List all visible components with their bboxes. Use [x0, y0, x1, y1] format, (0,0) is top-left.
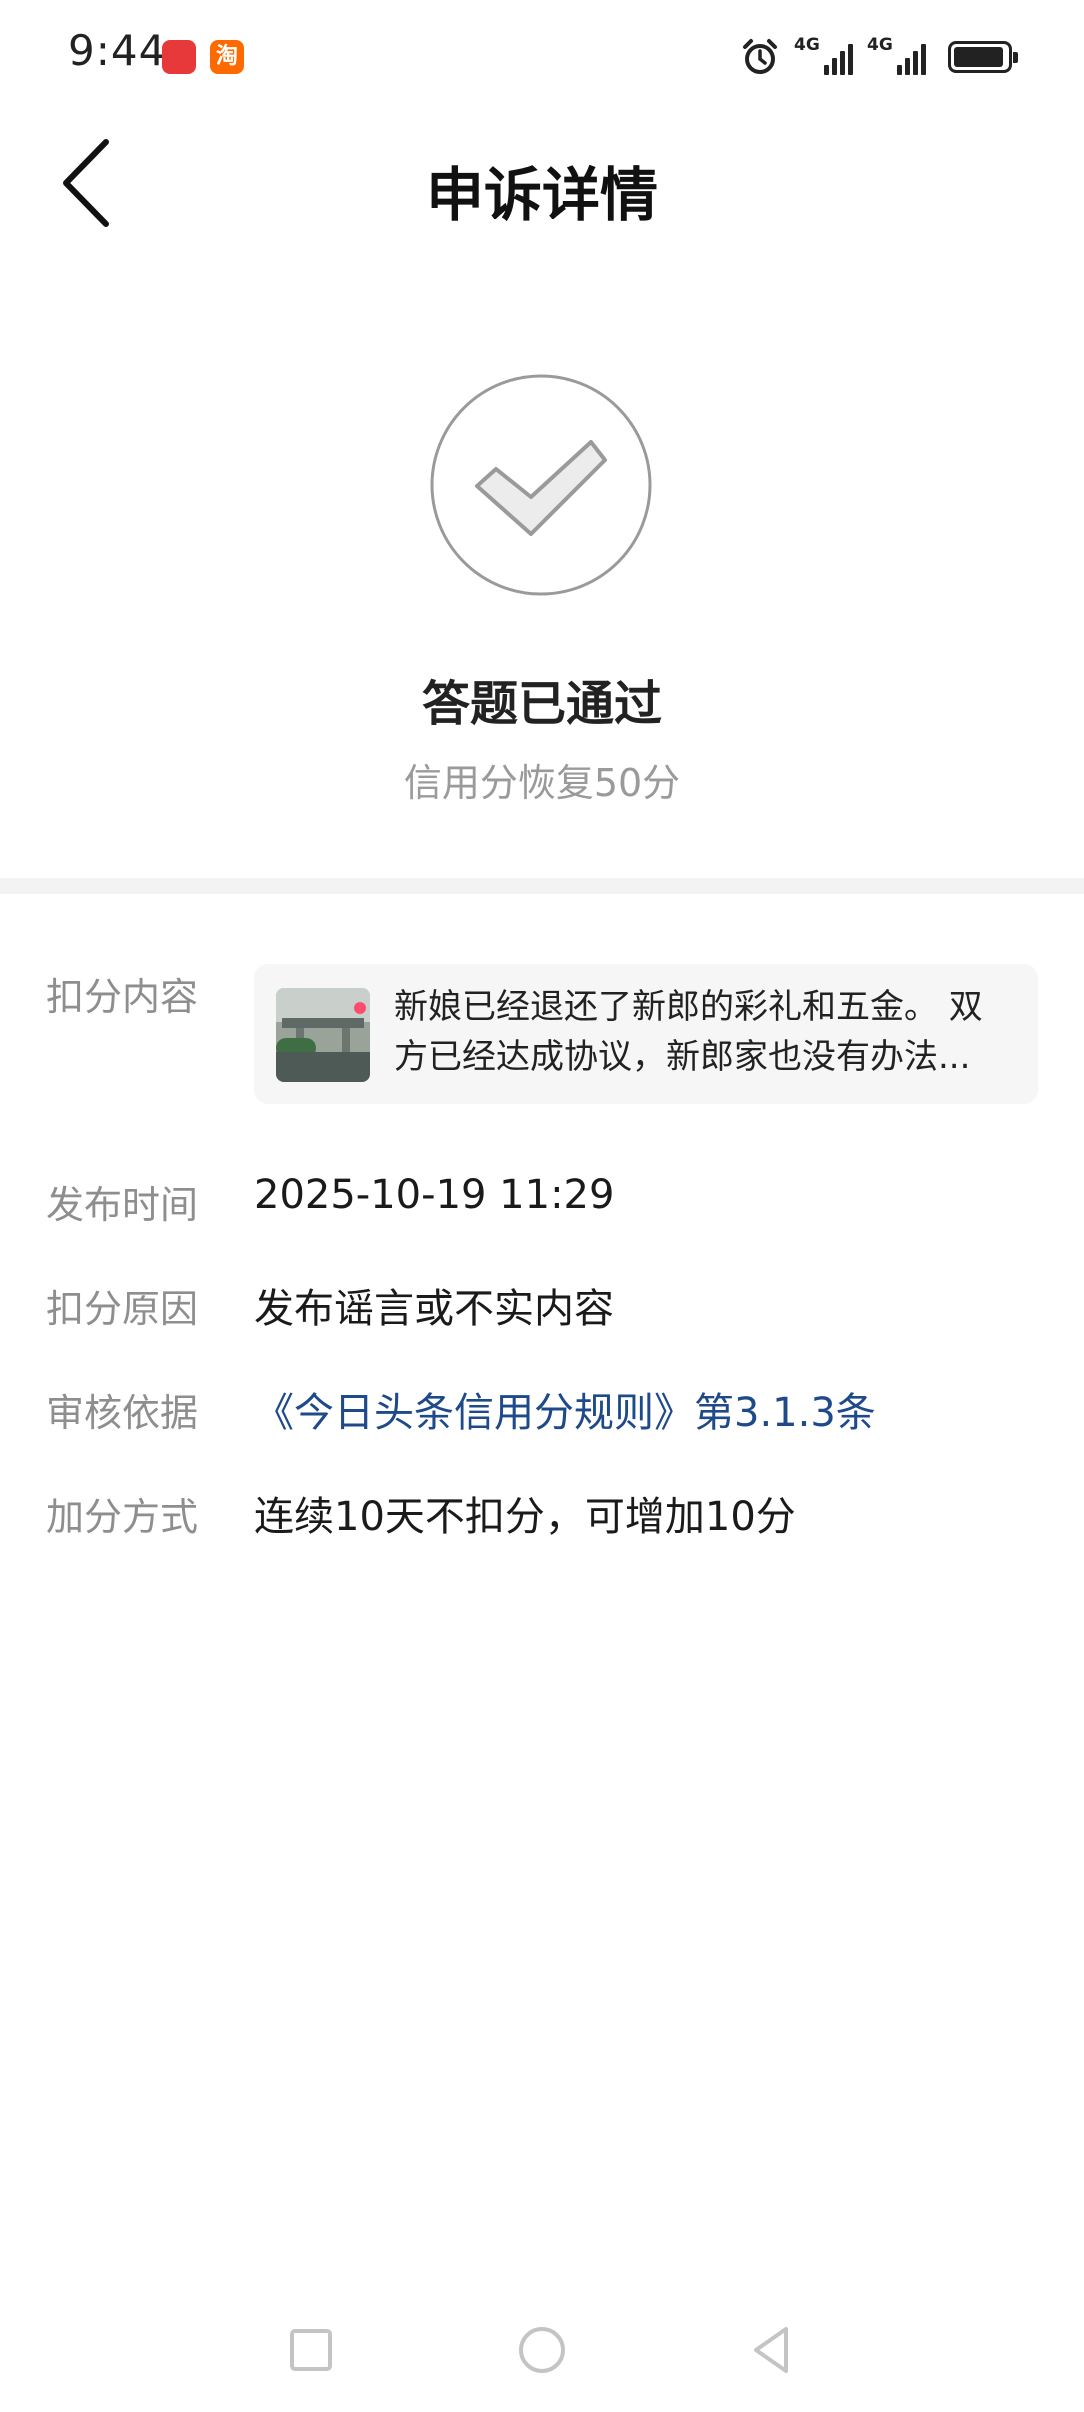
content-thumbnail — [276, 988, 370, 1082]
signal-2-label: 4G — [867, 35, 893, 55]
check-circle-icon — [430, 374, 652, 596]
bonus-label: 加分方式 — [46, 1495, 199, 1539]
battery-icon — [948, 41, 1018, 73]
publish-time-label: 发布时间 — [46, 1183, 199, 1227]
back-triangle-icon[interactable] — [731, 2310, 811, 2390]
basis-label: 审核依据 — [46, 1391, 199, 1435]
recent-apps-icon[interactable] — [271, 2310, 351, 2390]
publish-time-value: 2025-10-19 11:29 — [254, 1172, 615, 1218]
system-nav-bar — [0, 2310, 1084, 2390]
basis-rule-link[interactable]: 《今日头条信用分规则》第3.1.3条 — [254, 1380, 876, 1438]
taobao-app-icon: 淘 — [210, 40, 244, 74]
status-indicators: 4G 4G — [740, 34, 1018, 80]
result-subtitle: 信用分恢复50分 — [403, 761, 681, 805]
home-icon[interactable] — [502, 2310, 582, 2390]
huawei-app-icon — [162, 40, 196, 74]
content-card[interactable]: 新娘已经退还了新郎的彩礼和五金。 双方已经达成协议，新郎家也没有办法... — [254, 964, 1038, 1104]
reason-label: 扣分原因 — [46, 1287, 199, 1331]
page-title: 申诉详情 — [425, 161, 658, 229]
battery-fill — [954, 47, 1003, 67]
header: 申诉详情 — [0, 120, 1084, 250]
content-label: 扣分内容 — [46, 975, 199, 1019]
status-time: 9:44 — [68, 26, 167, 75]
reason-value: 发布谣言或不实内容 — [254, 1286, 614, 1332]
status-bar: 9:44 淘 4G 4G — [0, 0, 1084, 110]
signal-1-label: 4G — [794, 35, 820, 55]
signal-icon-2: 4G — [867, 35, 926, 75]
signal-icon-1: 4G — [794, 35, 853, 75]
content-text: 新娘已经退还了新郎的彩礼和五金。 双方已经达成协议，新郎家也没有办法... — [394, 987, 983, 1077]
section-divider — [0, 878, 1084, 894]
bonus-value: 连续10天不扣分，可增加10分 — [254, 1494, 796, 1540]
alarm-icon — [743, 39, 777, 74]
result-title: 答题已通过 — [421, 676, 662, 732]
